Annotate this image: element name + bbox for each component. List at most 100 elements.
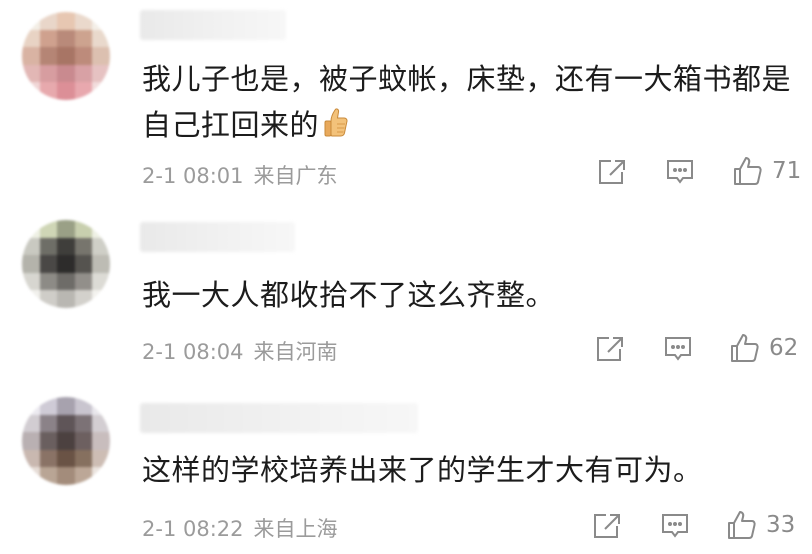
avatar[interactable] (22, 220, 110, 308)
avatar-pixel (74, 290, 93, 308)
avatar-pixel (57, 64, 75, 83)
comment-item: 我儿子也是，被子蚊帐，床垫，还有一大箱书都是自己扛回来的 2-1 08:01 来自… (0, 0, 812, 200)
avatar-pixel (39, 414, 58, 433)
comment-location: 来自上海 (253, 517, 338, 541)
avatar-pixel (57, 12, 75, 30)
comment-button[interactable] (660, 512, 690, 540)
like-count: 62 (769, 335, 799, 361)
avatar-pixel (22, 220, 40, 238)
avatar-pixel (39, 47, 58, 65)
avatar-pixel (74, 449, 93, 468)
like-icon (734, 157, 762, 185)
avatar-pixel (57, 414, 75, 433)
like-button[interactable]: 33 (726, 509, 795, 541)
avatar-pixel (39, 290, 58, 308)
avatar-pixel (92, 272, 110, 291)
avatar-pixel (74, 47, 93, 65)
avatar-pixel (74, 12, 93, 30)
comment-time: 2-1 08:01 (142, 164, 244, 188)
avatar-pixel (74, 432, 93, 450)
avatar-pixel (39, 82, 58, 100)
username-blurred[interactable] (140, 10, 286, 40)
avatar-pixel (39, 29, 58, 48)
avatar-pixel (22, 255, 40, 273)
avatar-pixel (39, 255, 58, 273)
avatar-pixel (92, 467, 110, 485)
like-button[interactable]: 62 (729, 332, 798, 364)
avatar-pixel (39, 467, 58, 485)
avatar-pixel (92, 64, 110, 83)
avatar-pixel (92, 82, 110, 100)
comment-text: 我一大人都收拾不了这么齐整。 (142, 272, 798, 318)
comment-location: 来自河南 (253, 340, 338, 364)
avatar-pixel (92, 220, 110, 238)
username-blurred[interactable] (140, 222, 295, 252)
comment-time: 2-1 08:22 (142, 517, 244, 541)
comment-icon (662, 514, 688, 538)
avatar-pixel (74, 397, 93, 415)
avatar-pixel (74, 255, 93, 273)
comment-button[interactable] (665, 158, 695, 186)
like-count: 33 (766, 512, 796, 538)
share-icon (599, 160, 625, 184)
avatar-pixel (92, 47, 110, 65)
avatar-pixel (92, 29, 110, 48)
comment-item: 我一大人都收拾不了这么齐整。 2-1 08:04 来自河南 62 (0, 200, 812, 375)
avatar-pixel (57, 47, 75, 65)
avatar-pixel (57, 237, 75, 256)
comment-button[interactable] (663, 335, 693, 363)
share-icon (594, 514, 620, 538)
avatar[interactable] (22, 12, 110, 100)
share-button[interactable] (597, 158, 627, 186)
share-button[interactable] (595, 335, 625, 363)
share-icon (597, 337, 623, 361)
avatar-pixel (57, 272, 75, 291)
avatar-pixel (57, 220, 75, 238)
avatar-pixel (92, 290, 110, 308)
avatar-pixel (57, 255, 75, 273)
avatar-pixel (74, 64, 93, 83)
avatar-pixel (74, 29, 93, 48)
avatar-pixel (57, 29, 75, 48)
like-count: 71 (772, 158, 802, 184)
avatar-pixel (39, 272, 58, 291)
thumbs-up-icon (323, 106, 349, 138)
avatar-pixel (22, 414, 40, 433)
username-blurred[interactable] (140, 403, 418, 433)
comment-meta: 2-1 08:22 来自上海 (142, 513, 338, 543)
comment-body: 我一大人都收拾不了这么齐整。 (142, 278, 556, 312)
avatar-pixel (57, 290, 75, 308)
comment-body: 我儿子也是，被子蚊帐，床垫，还有一大箱书都是自己扛回来的 (142, 62, 792, 142)
comment-icon (667, 160, 693, 184)
like-button[interactable]: 71 (732, 155, 801, 187)
avatar-pixel (22, 47, 40, 65)
avatar-pixel (22, 64, 40, 83)
avatar-pixel (22, 432, 40, 450)
avatar-pixel (92, 12, 110, 30)
avatar-pixel (74, 82, 93, 100)
avatar-pixel (39, 220, 58, 238)
avatar-pixel (57, 467, 75, 485)
share-button[interactable] (592, 512, 622, 540)
avatar-pixel (74, 467, 93, 485)
avatar-pixel (74, 272, 93, 291)
avatar-pixel (57, 397, 75, 415)
avatar[interactable] (22, 397, 110, 485)
comment-body: 这样的学校培养出来了的学生才大有可为。 (142, 453, 703, 487)
comment-location: 来自广东 (253, 164, 338, 188)
avatar-pixel (39, 12, 58, 30)
avatar-pixel (57, 82, 75, 100)
avatar-pixel (39, 432, 58, 450)
avatar-pixel (22, 397, 40, 415)
avatar-pixel (22, 82, 40, 100)
avatar-pixel (92, 432, 110, 450)
comment-icon (665, 337, 691, 361)
avatar-pixel (92, 397, 110, 415)
comment-item: 这样的学校培养出来了的学生才大有可为。 2-1 08:22 来自上海 33 (0, 375, 812, 554)
like-icon (731, 334, 759, 362)
avatar-pixel (39, 64, 58, 83)
avatar-pixel (39, 449, 58, 468)
avatar-pixel (74, 414, 93, 433)
avatar-pixel (22, 449, 40, 468)
comment-meta: 2-1 08:01 来自广东 (142, 160, 338, 190)
